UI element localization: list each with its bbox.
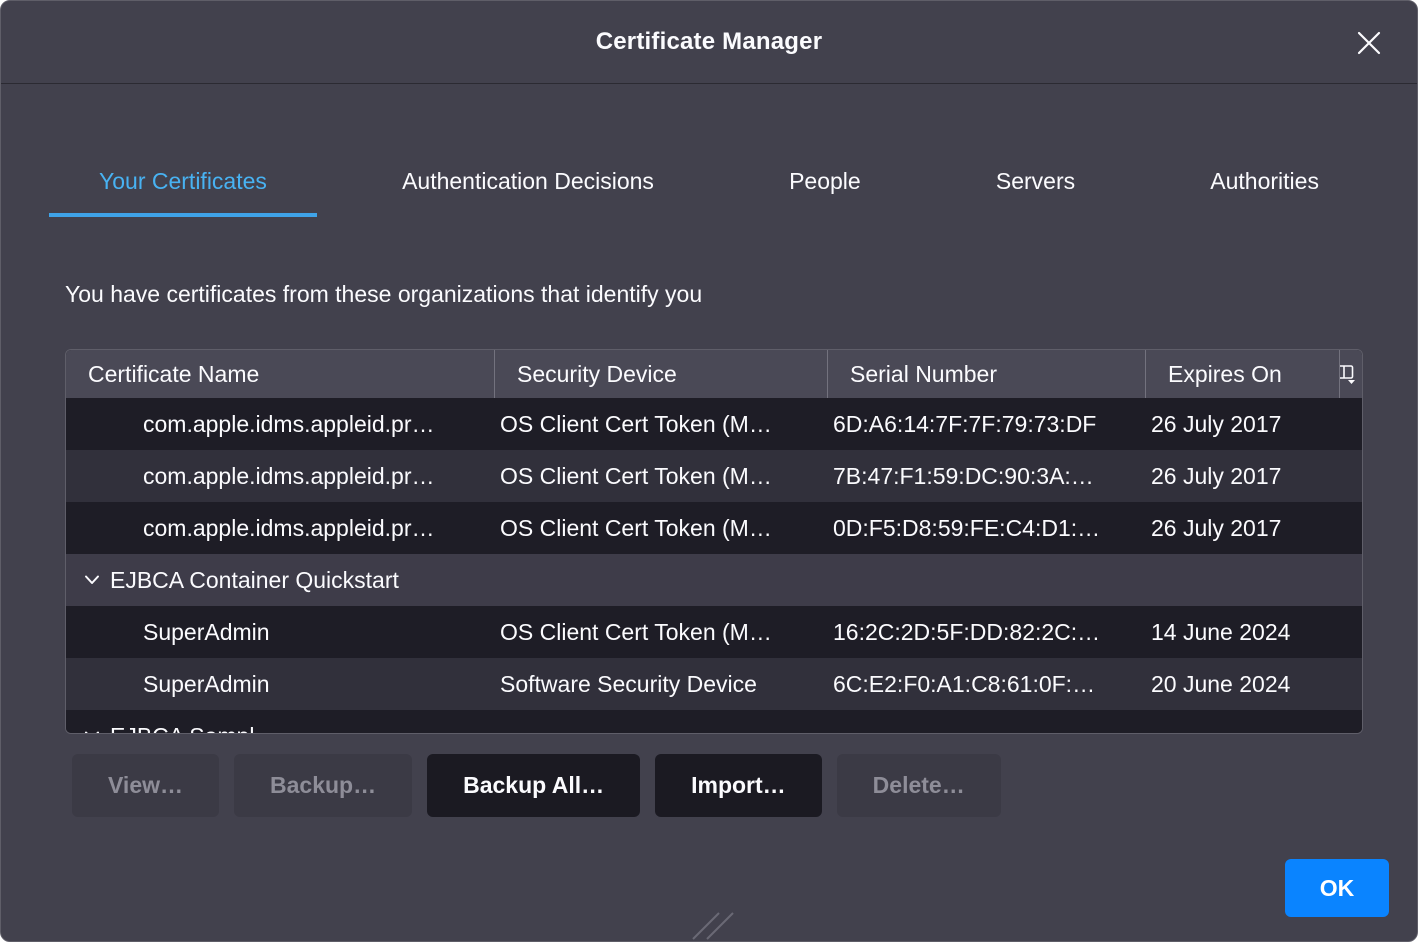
cell-expires-on: 20 June 2024 — [1145, 658, 1339, 710]
backup-all-button[interactable]: Backup All… — [427, 754, 640, 817]
cell-serial-number: 6C:E2:F0:A1:C8:61:0F:… — [827, 658, 1145, 710]
table-row[interactable]: com.apple.idms.appleid.pr… OS Client Cer… — [66, 502, 1362, 554]
tab-your-certificates[interactable]: Your Certificates — [49, 149, 317, 217]
column-header-expires-on[interactable]: Expires On — [1145, 350, 1339, 398]
group-row-ejbca-container-quickstart[interactable]: EJBCA Container Quickstart — [66, 554, 1362, 606]
cell-certificate-name: SuperAdmin — [66, 606, 494, 658]
close-button[interactable] — [1351, 25, 1387, 61]
cell-certificate-name: com.apple.idms.appleid.pr… — [66, 502, 494, 554]
delete-button: Delete… — [837, 754, 1001, 817]
tab-people[interactable]: People — [739, 149, 911, 217]
column-picker-button[interactable] — [1339, 362, 1358, 386]
chevron-down-icon — [84, 575, 100, 585]
tab-authentication-decisions[interactable]: Authentication Decisions — [352, 149, 704, 217]
tab-authorities[interactable]: Authorities — [1160, 149, 1369, 217]
table-row[interactable]: com.apple.idms.appleid.pr… OS Client Cer… — [66, 398, 1362, 450]
cell-serial-number: 16:2C:2D:5F:DD:82:2C:… — [827, 606, 1145, 658]
cell-expires-on: 26 July 2017 — [1145, 398, 1339, 450]
cell-expires-on: 26 July 2017 — [1145, 450, 1339, 502]
window-title: Certificate Manager — [596, 28, 823, 56]
chevron-down-icon — [84, 731, 100, 734]
column-header-security-device[interactable]: Security Device — [494, 350, 827, 398]
cell-certificate-name: com.apple.idms.appleid.pr… — [66, 398, 494, 450]
cell-certificate-name: SuperAdmin — [66, 658, 494, 710]
cell-expires-on: 26 July 2017 — [1145, 502, 1339, 554]
column-picker-cell — [1339, 350, 1362, 398]
import-button[interactable]: Import… — [655, 754, 822, 817]
cell-serial-number: 7B:47:F1:59:DC:90:3A:… — [827, 450, 1145, 502]
action-button-row: View… Backup… Backup All… Import… Delete… — [72, 754, 1001, 817]
column-header-serial-number[interactable]: Serial Number — [827, 350, 1145, 398]
cell-certificate-name: com.apple.idms.appleid.pr… — [66, 450, 494, 502]
cell-security-device: OS Client Cert Token (M… — [494, 606, 827, 658]
cell-security-device: Software Security Device — [494, 658, 827, 710]
table-header: Certificate Name Security Device Serial … — [66, 350, 1362, 398]
view-button: View… — [72, 754, 219, 817]
cell-expires-on: 14 June 2024 — [1145, 606, 1339, 658]
table-row[interactable]: com.apple.idms.appleid.pr… OS Client Cer… — [66, 450, 1362, 502]
table-row[interactable]: SuperAdmin OS Client Cert Token (M… 16:2… — [66, 606, 1362, 658]
group-label: EJBCA Container Quickstart — [110, 554, 399, 606]
certificate-manager-dialog: Certificate Manager Your Certificates Au… — [0, 0, 1418, 942]
column-picker-icon — [1339, 364, 1356, 384]
cell-security-device: OS Client Cert Token (M… — [494, 502, 827, 554]
cell-serial-number: 6D:A6:14:7F:7F:79:73:DF — [827, 398, 1145, 450]
cell-security-device: OS Client Cert Token (M… — [494, 398, 827, 450]
resize-grip-lines — [687, 911, 739, 941]
table-row[interactable]: SuperAdmin Software Security Device 6C:E… — [66, 658, 1362, 710]
intro-text: You have certificates from these organiz… — [65, 281, 702, 308]
backup-button: Backup… — [234, 754, 412, 817]
tab-bar: Your Certificates Authentication Decisio… — [49, 149, 1369, 217]
cell-security-device: OS Client Cert Token (M… — [494, 450, 827, 502]
ok-button[interactable]: OK — [1285, 859, 1389, 917]
close-icon — [1356, 30, 1382, 56]
title-bar: Certificate Manager — [1, 1, 1417, 84]
tab-servers[interactable]: Servers — [946, 149, 1125, 217]
clipped-row-container: EJBCA Sampl… — [66, 710, 1362, 734]
certificates-table: Certificate Name Security Device Serial … — [65, 349, 1363, 734]
cell-serial-number: 0D:F5:D8:59:FE:C4:D1:… — [827, 502, 1145, 554]
resize-grip[interactable] — [687, 911, 739, 941]
group-label: EJBCA Sampl… — [110, 710, 277, 734]
column-header-certificate-name[interactable]: Certificate Name — [66, 350, 494, 398]
group-row-ejbca-sample[interactable]: EJBCA Sampl… — [66, 710, 1362, 734]
